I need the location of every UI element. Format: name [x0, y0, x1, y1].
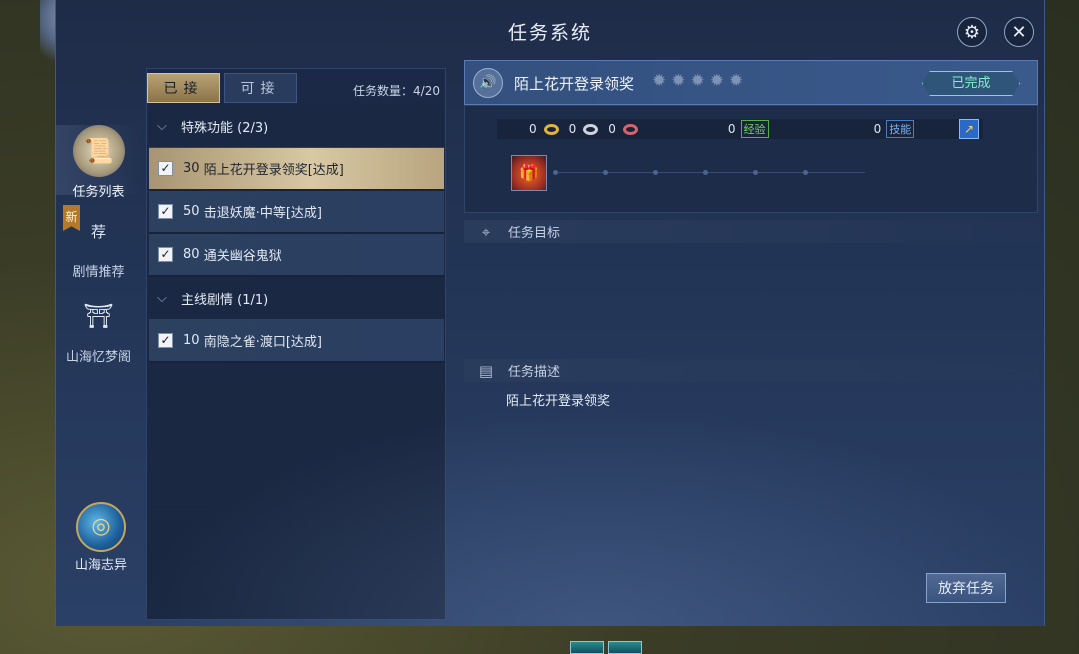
category-label: 主线剧情 (1/1) — [181, 292, 269, 308]
skill-tag: 技能 — [886, 120, 915, 138]
close-button[interactable]: ✕ — [1004, 17, 1034, 47]
star-icon: ✹ — [690, 71, 710, 91]
star-icon: ✹ — [652, 71, 672, 91]
quest-level: 30 — [183, 161, 200, 176]
track-dot — [603, 170, 608, 175]
window-title: 任务系统 — [507, 22, 592, 44]
new-badge: 新 — [63, 205, 80, 231]
quest-row[interactable]: ✓ 80 通关幽谷鬼狱 — [149, 234, 444, 277]
nav-item-quest-list[interactable]: 📜 任务列表 — [56, 125, 141, 200]
quest-detail-panel: 🔊 陌上花开登录领奖 ✹✹✹✹✹ 已完成 0 0 0 0 经验 0 技能 ↗ 🎁… — [464, 60, 1039, 620]
hotbar-fragment — [570, 641, 642, 654]
tab-accepted[interactable]: 已接 — [147, 73, 220, 103]
checkbox-checked-icon[interactable]: ✓ — [158, 333, 173, 348]
checkbox-checked-icon[interactable]: ✓ — [158, 247, 173, 262]
quest-detail-header: 🔊 陌上花开登录领奖 ✹✹✹✹✹ 已完成 — [464, 60, 1038, 105]
exp-value: 0 — [727, 122, 736, 136]
star-icon: ✹ — [729, 71, 749, 91]
track-dot — [803, 170, 808, 175]
chevron-down-icon: ⌵ — [157, 290, 167, 306]
swirl-logo-icon: ◎ — [76, 502, 126, 552]
category-main-story[interactable]: ⌵ 主线剧情 (1/1) — [149, 277, 444, 320]
quest-name: 陌上花开登录领奖[达成] — [203, 163, 344, 178]
reward-line: 0 0 0 0 经验 0 技能 — [497, 119, 983, 139]
objective-label: 任务目标 — [508, 226, 561, 241]
shanhai-zhiyi-button[interactable]: ◎ 山海志异 — [66, 502, 136, 573]
speaker-icon[interactable]: 🔊 — [473, 68, 503, 98]
objective-header: ⌖ 任务目标 — [464, 220, 1039, 243]
reward-item-slot[interactable]: 🎁 — [511, 155, 547, 191]
pavilion-icon: ⛩ — [83, 302, 114, 330]
exp-tag: 经验 — [740, 120, 769, 138]
track-dot — [703, 170, 708, 175]
close-icon: ✕ — [1011, 21, 1027, 43]
red-coin-icon — [622, 123, 638, 135]
gold-value: 0 — [529, 122, 537, 136]
chevron-down-icon: ⌵ — [157, 118, 167, 134]
star-icon: ✹ — [709, 71, 729, 91]
checkbox-checked-icon[interactable]: ✓ — [158, 161, 173, 176]
book-icon: 荐 — [73, 205, 125, 257]
gold-coin-icon — [543, 123, 559, 135]
scroll-icon: 📜 — [72, 125, 125, 177]
quest-window: 任务系统 ⚙ ✕ 📜 任务列表 新 荐 剧情推荐 ⛩ 山海忆梦阁 ◎ 山海志异 … — [55, 0, 1045, 626]
abandon-quest-button[interactable]: 放弃任务 — [926, 573, 1006, 603]
tab-available[interactable]: 可接 — [224, 73, 297, 103]
recommend-icon-text: 荐 — [90, 222, 106, 241]
description-text: 陌上花开登录领奖 — [506, 394, 611, 409]
red-value: 0 — [608, 122, 616, 136]
gift-bag-icon: 🎁 — [519, 163, 539, 182]
quest-name: 击退妖魔·中等[达成] — [203, 206, 322, 221]
quest-row[interactable]: ✓ 30 陌上花开登录领奖[达成] — [149, 148, 444, 191]
difficulty-stars: ✹✹✹✹✹ — [652, 71, 748, 91]
settings-button[interactable]: ⚙ — [957, 17, 987, 47]
nav-label-story-recommend: 剧情推荐 — [72, 265, 125, 280]
reward-track — [553, 170, 865, 175]
nav-label-dream-pavilion: 山海忆梦阁 — [65, 350, 131, 365]
quest-name: 通关幽谷鬼狱 — [203, 249, 282, 264]
quest-level: 50 — [183, 204, 200, 219]
track-dot — [753, 170, 758, 175]
rewards-section: 0 0 0 0 经验 0 技能 ↗ 🎁 — [464, 105, 1038, 213]
gear-icon: ⚙ — [963, 21, 981, 43]
quest-rows: ⌵ 特殊功能 (2/3) ✓ 30 陌上花开登录领奖[达成] ✓ 50 击退妖魔… — [149, 105, 444, 363]
skill-value: 0 — [873, 122, 882, 136]
quest-count: 任务数量：4/20 — [353, 84, 440, 98]
quest-row[interactable]: ✓ 10 南隐之雀·渡口[达成] — [149, 320, 444, 363]
location-pin-icon: ⌖ — [481, 222, 491, 241]
category-label: 特殊功能 (2/3) — [181, 120, 269, 136]
category-special[interactable]: ⌵ 特殊功能 (2/3) — [149, 105, 444, 148]
shanhai-zhiyi-label: 山海志异 — [74, 558, 127, 573]
quest-name: 南隐之雀·渡口[达成] — [203, 335, 322, 350]
silver-coin-icon — [583, 123, 599, 135]
star-icon: ✹ — [671, 71, 691, 91]
quest-title: 陌上花开登录领奖 — [514, 75, 635, 93]
hotbar-slot[interactable] — [570, 641, 604, 654]
description-header: ▤ 任务描述 — [464, 359, 1039, 382]
description-label: 任务描述 — [508, 365, 561, 380]
quest-level: 80 — [183, 247, 200, 262]
nav-label-quest-list: 任务列表 — [72, 185, 125, 200]
checkbox-checked-icon[interactable]: ✓ — [158, 204, 173, 219]
quest-level: 10 — [183, 333, 200, 348]
quest-row[interactable]: ✓ 50 击退妖魔·中等[达成] — [149, 191, 444, 234]
hotbar-slot[interactable] — [608, 641, 642, 654]
share-icon[interactable]: ↗ — [959, 119, 979, 139]
scroll-banner-icon: ▤ — [478, 361, 494, 380]
track-dot — [653, 170, 658, 175]
nav-item-story-recommend[interactable]: 新 荐 剧情推荐 — [56, 205, 141, 280]
silver-value: 0 — [568, 122, 577, 136]
track-dot — [553, 170, 558, 175]
nav-item-dream-pavilion[interactable]: ⛩ 山海忆梦阁 — [56, 290, 141, 365]
quest-list-panel: 已接 可接 任务数量：4/20 ⌵ 特殊功能 (2/3) ✓ 30 陌上花开登录… — [146, 68, 446, 620]
completed-badge: 已完成 — [922, 71, 1020, 96]
